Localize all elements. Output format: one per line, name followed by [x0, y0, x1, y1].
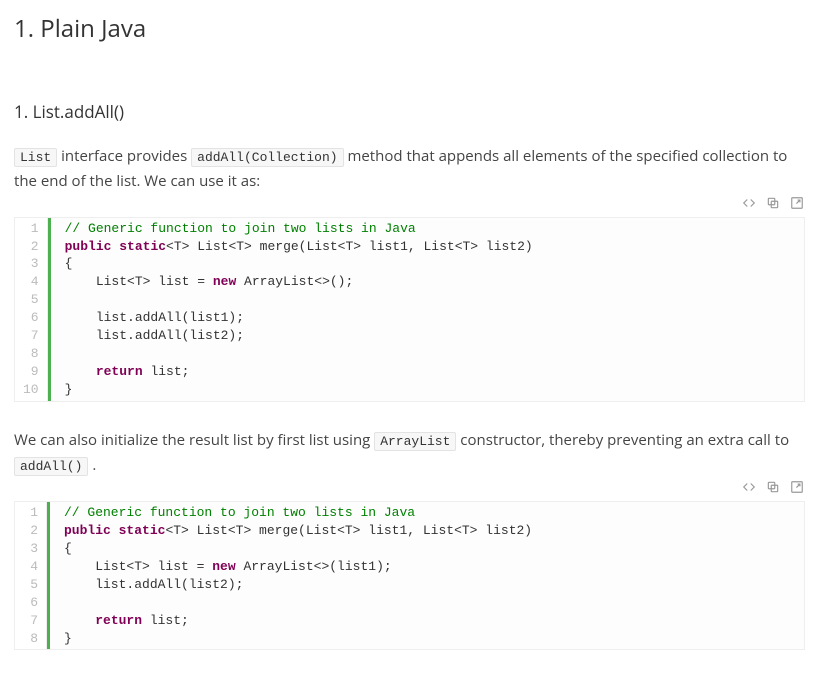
code-line: { [65, 255, 804, 273]
line-number: 8 [23, 345, 39, 363]
code-line [65, 291, 804, 309]
line-number: 7 [23, 327, 39, 345]
code-block: 12345678910 // Generic function to join … [14, 217, 805, 402]
toggle-source-icon[interactable] [741, 479, 757, 495]
code-toolbar [741, 195, 805, 211]
text: We can also initialize the result list b… [14, 430, 374, 450]
code-line: return list; [65, 363, 804, 381]
inline-code: List [14, 148, 57, 167]
line-number: 6 [23, 594, 38, 612]
section-heading: 1. Plain Java [14, 10, 805, 48]
text: constructor, thereby preventing an extra… [456, 430, 789, 450]
text: interface provides [57, 146, 191, 166]
paragraph: We can also initialize the result list b… [14, 428, 805, 479]
line-number: 6 [23, 309, 39, 327]
line-number-gutter: 12345678910 [15, 218, 48, 401]
line-number: 4 [23, 558, 38, 576]
code-line: list.addAll(list1); [65, 309, 804, 327]
code-line: } [64, 630, 804, 648]
code-line [65, 345, 804, 363]
line-number: 2 [23, 522, 38, 540]
line-number: 3 [23, 540, 38, 558]
text: . [88, 455, 96, 475]
line-number: 8 [23, 630, 38, 648]
line-number-gutter: 12345678 [15, 502, 47, 650]
copy-icon[interactable] [765, 195, 781, 211]
code-line: public static<T> List<T> merge(List<T> l… [65, 238, 804, 256]
open-window-icon[interactable] [789, 479, 805, 495]
paragraph: List interface provides addAll(Collectio… [14, 144, 805, 195]
code-content: // Generic function to join two lists in… [48, 218, 804, 401]
code-line: list.addAll(list2); [64, 576, 804, 594]
code-line: } [65, 381, 804, 399]
line-number: 1 [23, 220, 39, 238]
code-line: return list; [64, 612, 804, 630]
open-window-icon[interactable] [789, 195, 805, 211]
code-line: List<T> list = new ArrayList<>(list1); [64, 558, 804, 576]
code-line: list.addAll(list2); [65, 327, 804, 345]
line-number: 7 [23, 612, 38, 630]
line-number: 2 [23, 238, 39, 256]
inline-code: addAll(Collection) [191, 148, 343, 167]
code-line: { [64, 540, 804, 558]
line-number: 3 [23, 255, 39, 273]
code-content: // Generic function to join two lists in… [47, 502, 804, 650]
inline-code: addAll() [14, 457, 88, 476]
code-line: List<T> list = new ArrayList<>(); [65, 273, 804, 291]
copy-icon[interactable] [765, 479, 781, 495]
line-number: 4 [23, 273, 39, 291]
code-line: // Generic function to join two lists in… [65, 220, 804, 238]
code-block: 12345678 // Generic function to join two… [14, 501, 805, 651]
line-number: 5 [23, 576, 38, 594]
line-number: 10 [23, 381, 39, 399]
subsection-heading: 1. List.addAll() [14, 98, 805, 125]
code-toolbar [741, 479, 805, 495]
line-number: 1 [23, 504, 38, 522]
code-line [64, 594, 804, 612]
toggle-source-icon[interactable] [741, 195, 757, 211]
code-line: // Generic function to join two lists in… [64, 504, 804, 522]
inline-code: ArrayList [374, 432, 456, 451]
line-number: 5 [23, 291, 39, 309]
code-line: public static<T> List<T> merge(List<T> l… [64, 522, 804, 540]
line-number: 9 [23, 363, 39, 381]
